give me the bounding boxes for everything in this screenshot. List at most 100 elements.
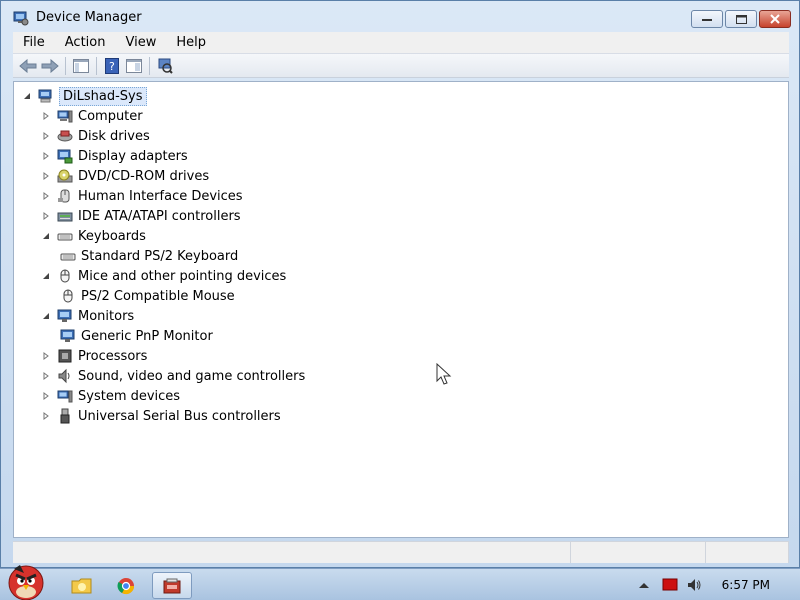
- close-icon: [770, 14, 780, 24]
- category-item[interactable]: Monitors: [41, 306, 134, 326]
- collapse-arrow-icon[interactable]: [22, 91, 32, 101]
- menu-action[interactable]: Action: [55, 35, 116, 50]
- menu-help[interactable]: Help: [166, 35, 216, 50]
- system-device-icon: [57, 390, 73, 403]
- status-cell-tertiary: [706, 542, 789, 563]
- taskbar-device-manager[interactable]: [152, 572, 192, 599]
- minimize-button[interactable]: [691, 10, 723, 28]
- expand-arrow-icon[interactable]: [41, 211, 51, 221]
- dvd-drive-icon: [57, 169, 73, 183]
- tree-item-label: Sound, video and game controllers: [78, 368, 306, 384]
- hid-icon: [58, 189, 70, 203]
- disk-drive-icon: [57, 130, 73, 142]
- console-tree-icon: [73, 58, 89, 73]
- category-item[interactable]: Display adapters: [41, 146, 188, 166]
- svg-text:?: ?: [109, 60, 115, 73]
- start-button-angry-bird-icon[interactable]: [4, 559, 48, 600]
- computer-icon: [57, 110, 73, 123]
- back-button[interactable]: [17, 56, 39, 76]
- category-item[interactable]: Computer: [41, 106, 143, 126]
- tree-item-label: IDE ATA/ATAPI controllers: [78, 208, 241, 224]
- expand-arrow-icon[interactable]: [41, 191, 51, 201]
- show-hidden-icons-icon[interactable]: [638, 580, 650, 590]
- expand-arrow-icon[interactable]: [41, 151, 51, 161]
- device-manager-icon: [13, 11, 29, 26]
- category-item[interactable]: System devices: [41, 386, 180, 406]
- tree-root[interactable]: DiLshad-Sys: [22, 86, 147, 106]
- taskbar: 6:57 PM: [0, 565, 800, 600]
- device-item[interactable]: Standard PS/2 Keyboard: [60, 246, 238, 266]
- mouse-cursor: [436, 363, 452, 385]
- toolbar-separator: [96, 56, 97, 75]
- properties-button[interactable]: [123, 56, 145, 76]
- help-button[interactable]: ?: [101, 56, 123, 76]
- category-item[interactable]: Processors: [41, 346, 147, 366]
- volume-icon[interactable]: [686, 577, 702, 593]
- toolbar-separator: [149, 56, 150, 75]
- collapse-arrow-icon[interactable]: [41, 311, 51, 321]
- help-icon: ?: [105, 57, 119, 74]
- toolbar: ?: [13, 54, 789, 78]
- tree-item-label: Processors: [78, 348, 148, 364]
- display-adapter-icon: [57, 149, 73, 164]
- forward-button[interactable]: [39, 56, 61, 76]
- status-cell-secondary: [571, 542, 706, 563]
- window-title: Device Manager: [36, 10, 142, 25]
- keyboard-icon: [60, 253, 76, 261]
- expand-arrow-icon[interactable]: [41, 131, 51, 141]
- device-item[interactable]: PS/2 Compatible Mouse: [60, 286, 235, 306]
- menu-file[interactable]: File: [13, 35, 55, 50]
- keyboard-icon: [57, 233, 73, 241]
- tree-item-label: Mice and other pointing devices: [78, 268, 287, 284]
- show-hide-console-tree-button[interactable]: [70, 56, 92, 76]
- tree-item-label: DVD/CD-ROM drives: [78, 168, 210, 184]
- action-center-flag-icon[interactable]: [662, 578, 678, 592]
- category-item[interactable]: Keyboards: [41, 226, 146, 246]
- collapse-arrow-icon[interactable]: [41, 231, 51, 241]
- tree-item-label: PS/2 Compatible Mouse: [81, 288, 235, 304]
- monitor-icon: [60, 329, 75, 342]
- category-item[interactable]: DVD/CD-ROM drives: [41, 166, 209, 186]
- expand-arrow-icon[interactable]: [41, 411, 51, 421]
- monitor-icon: [57, 309, 72, 322]
- title-bar[interactable]: Device Manager: [1, 1, 799, 33]
- tree-item-label: Computer: [78, 108, 143, 124]
- category-item[interactable]: Universal Serial Bus controllers: [41, 406, 281, 426]
- tree-item-label: Display adapters: [78, 148, 188, 164]
- tree-item-label: Universal Serial Bus controllers: [78, 408, 281, 424]
- category-item[interactable]: Disk drives: [41, 126, 150, 146]
- tree-item-label: Keyboards: [78, 228, 146, 244]
- restore-icon: [735, 14, 747, 24]
- expand-arrow-icon[interactable]: [41, 111, 51, 121]
- status-bar: [13, 541, 789, 563]
- restore-button[interactable]: [725, 10, 757, 28]
- category-item[interactable]: IDE ATA/ATAPI controllers: [41, 206, 241, 226]
- tree-item-label: System devices: [78, 388, 181, 404]
- folder-icon: [71, 578, 92, 593]
- ide-controller-icon: [57, 212, 73, 222]
- computer-name: DiLshad-Sys: [59, 86, 147, 106]
- collapse-arrow-icon[interactable]: [41, 271, 51, 281]
- processor-icon: [58, 349, 72, 363]
- expand-arrow-icon[interactable]: [41, 391, 51, 401]
- menu-view[interactable]: View: [115, 35, 166, 50]
- scan-hardware-button[interactable]: [154, 56, 176, 76]
- expand-arrow-icon[interactable]: [41, 371, 51, 381]
- clock[interactable]: 6:57 PM: [722, 578, 770, 592]
- close-button[interactable]: [759, 10, 791, 28]
- menu-bar: File Action View Help: [13, 32, 789, 54]
- back-arrow-icon: [19, 58, 37, 73]
- taskbar-chrome[interactable]: [106, 572, 146, 599]
- device-manager-icon: [163, 578, 181, 593]
- category-item[interactable]: Human Interface Devices: [41, 186, 243, 206]
- category-item[interactable]: Sound, video and game controllers: [41, 366, 305, 386]
- category-item[interactable]: Mice and other pointing devices: [41, 266, 286, 286]
- chrome-icon: [117, 577, 135, 594]
- expand-arrow-icon[interactable]: [41, 351, 51, 361]
- speaker-icon: [58, 368, 70, 384]
- device-item[interactable]: Generic PnP Monitor: [60, 326, 213, 346]
- taskbar-explorer[interactable]: [62, 572, 102, 599]
- mouse-icon: [60, 269, 70, 283]
- expand-arrow-icon[interactable]: [41, 171, 51, 181]
- status-cell-main: [13, 542, 571, 563]
